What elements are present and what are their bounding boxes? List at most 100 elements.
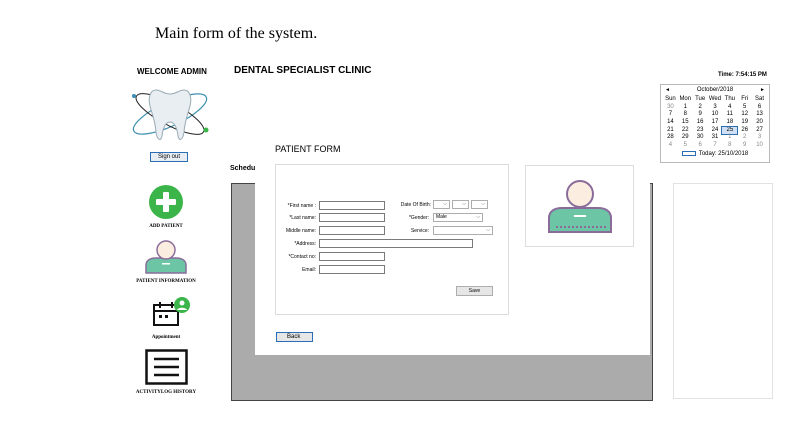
calendar-day[interactable]: 9 <box>693 111 708 119</box>
calendar-day[interactable]: 25 <box>721 125 739 136</box>
calendar-day[interactable]: 29 <box>678 134 693 142</box>
calendar-day[interactable]: 2 <box>693 104 708 112</box>
middle-name-input[interactable] <box>319 226 385 235</box>
calendar-day[interactable]: 12 <box>737 111 752 119</box>
chevron-down-icon: ⌵ <box>462 201 466 207</box>
dob-month-select[interactable]: ⌵ <box>433 200 450 209</box>
sign-out-button[interactable]: Sign out <box>150 152 188 162</box>
calendar-day[interactable]: 5 <box>737 104 752 112</box>
calendar-day[interactable]: 16 <box>693 119 708 127</box>
side-panel <box>673 183 773 399</box>
gender-select[interactable]: Male ⌵ <box>433 213 483 222</box>
address-label: *Address: <box>294 241 316 247</box>
save-button[interactable]: Save <box>456 286 493 296</box>
calendar-day[interactable]: 1 <box>722 134 737 142</box>
dob-day-select[interactable]: ⌵ <box>452 200 469 209</box>
patient-form-title: PATIENT FORM <box>275 144 341 154</box>
next-month-icon[interactable]: ► <box>760 85 765 96</box>
calendar-day[interactable]: 31 <box>708 134 723 142</box>
calendar-day[interactable]: 6 <box>693 142 708 150</box>
today-marker <box>681 150 696 156</box>
activity-log-button[interactable] <box>145 349 188 385</box>
calendar-day[interactable]: 19 <box>737 119 752 127</box>
dob-year-select[interactable]: ⌵ <box>471 200 488 209</box>
prev-month-icon[interactable]: ◄ <box>665 85 670 96</box>
calendar-day[interactable]: 21 <box>663 127 678 135</box>
calendar-day[interactable]: 22 <box>678 127 693 135</box>
add-patient-button[interactable] <box>146 185 186 219</box>
first-name-label: *First name : <box>287 203 316 209</box>
chevron-down-icon: ⌵ <box>486 227 490 233</box>
calendar-day[interactable]: 9 <box>737 142 752 150</box>
clinic-title: DENTAL SPECIALIST CLINIC <box>234 65 372 76</box>
patient-information-label: PATIENT INFORMATION <box>136 279 196 284</box>
appointment-label: Appointment <box>151 335 181 340</box>
add-patient-label: ADD PATIENT <box>149 224 183 229</box>
weekday-label: Thu <box>724 96 736 102</box>
calendar-day[interactable]: 7 <box>663 111 678 119</box>
plus-circle-icon <box>149 185 183 219</box>
calendar-day[interactable]: 1 <box>678 104 693 112</box>
welcome-label: WELCOME ADMIN <box>137 67 207 76</box>
calendar-day[interactable]: 10 <box>752 142 767 150</box>
middle-name-label: Middle name: <box>285 228 316 234</box>
list-icon <box>145 349 188 385</box>
calendar-day[interactable]: 10 <box>708 111 723 119</box>
calendar-day[interactable]: 4 <box>722 104 737 112</box>
calendar-day[interactable]: 26 <box>737 127 752 135</box>
calendar-day[interactable]: 17 <box>708 119 723 127</box>
calendar-day[interactable]: 30 <box>693 134 708 142</box>
first-name-input[interactable] <box>319 201 385 210</box>
dob-label: Date Of Birth: <box>400 202 431 208</box>
gender-label: *Gender: <box>408 215 429 221</box>
patient-avatar-icon <box>548 180 612 233</box>
gender-value: Male <box>436 214 447 220</box>
back-button[interactable]: Back <box>276 332 313 342</box>
calendar-day[interactable]: 27 <box>752 127 767 135</box>
contact-label: *Contact no: <box>288 254 316 260</box>
chevron-down-icon: ⌵ <box>481 201 485 207</box>
calendar-day[interactable]: 28 <box>663 134 678 142</box>
calendar-day[interactable]: 3 <box>752 134 767 142</box>
weekday-label: Tue <box>695 96 706 102</box>
schedule-label: Schedu <box>230 165 256 172</box>
calendar-day[interactable]: 14 <box>663 119 678 127</box>
tooth-logo <box>128 76 212 148</box>
calendar-month: October/2018 <box>696 87 734 93</box>
weekday-label: Sun <box>665 96 676 102</box>
calendar-day[interactable]: 3 <box>708 104 723 112</box>
calendar-day[interactable]: 2 <box>737 134 752 142</box>
calendar-day[interactable]: 11 <box>722 111 737 119</box>
calendar-day[interactable]: 24 <box>708 127 723 135</box>
appointment-button[interactable] <box>152 297 192 329</box>
calendar-day[interactable]: 30 <box>663 104 678 112</box>
email-label: Email: <box>302 267 316 273</box>
calendar-day[interactable]: 8 <box>722 142 737 150</box>
patient-information-button[interactable] <box>143 239 189 275</box>
chevron-down-icon: ⌵ <box>443 201 447 207</box>
service-select[interactable]: ⌵ <box>433 226 493 235</box>
time-label: Time: 7:54:15 PM <box>718 72 767 78</box>
calendar-day[interactable]: 20 <box>752 119 767 127</box>
patient-photo-box <box>525 165 634 247</box>
calendar-day[interactable]: 23 <box>693 127 708 135</box>
service-label: Service: <box>410 228 429 234</box>
calendar-day[interactable]: 18 <box>722 119 737 127</box>
weekday-label: Wed <box>708 96 722 102</box>
last-name-input[interactable] <box>319 213 385 222</box>
figure-caption: Main form of the system. <box>155 25 318 42</box>
calendar-day[interactable]: 8 <box>678 111 693 119</box>
email-input[interactable] <box>319 265 385 274</box>
calendar-day[interactable]: 7 <box>708 142 723 150</box>
calendar-add-icon <box>153 297 190 326</box>
weekday-label: Mon <box>679 96 692 102</box>
calendar-day[interactable]: 15 <box>678 119 693 127</box>
today-label[interactable]: Today: 25/10/2018 <box>699 151 748 157</box>
month-calendar[interactable]: ◄ October/2018 ► Sun Mon Tue Wed Thu Fri Sat 3… <box>660 84 770 163</box>
address-input[interactable] <box>319 239 473 248</box>
contact-input[interactable] <box>319 252 385 261</box>
calendar-day[interactable]: 5 <box>678 142 693 150</box>
calendar-day[interactable]: 4 <box>663 142 678 150</box>
calendar-day[interactable]: 13 <box>752 111 767 119</box>
calendar-day[interactable]: 6 <box>752 104 767 112</box>
